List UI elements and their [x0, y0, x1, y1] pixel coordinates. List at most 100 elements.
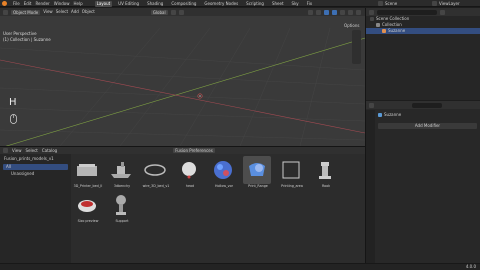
- navigation-gizmo[interactable]: [352, 30, 361, 64]
- collection-icon: [376, 23, 380, 27]
- catalog-unassigned[interactable]: Unassigned: [3, 171, 68, 177]
- asset-grid: 3D_Printer_bed_II 3dbenchy wire_3D_bed_v1 h…: [71, 154, 365, 263]
- asset-name: 3dbenchy: [113, 184, 131, 188]
- asset-thumbnail: [107, 156, 135, 184]
- asset-browser-header: View Select Catalog Fusion Preferences: [0, 147, 365, 154]
- asset-thumbnail: [209, 156, 237, 184]
- tab-shading[interactable]: Shading: [145, 1, 165, 7]
- scene-selector[interactable]: Scene: [378, 1, 397, 6]
- asset-menu-select[interactable]: Select: [26, 148, 38, 153]
- shading-material-icon[interactable]: [347, 9, 353, 15]
- asset-menu-catalog[interactable]: Catalog: [42, 148, 57, 153]
- asset-editor-type-icon[interactable]: [3, 148, 8, 153]
- asset-item[interactable]: Sizo preview: [73, 191, 104, 223]
- tab-compositing[interactable]: Compositing: [169, 1, 198, 7]
- visibility-icon[interactable]: [307, 9, 313, 15]
- asset-thumbnail: [107, 191, 135, 220]
- properties-header: [366, 101, 480, 109]
- filter-icon[interactable]: [440, 9, 445, 15]
- scene-icon: [378, 1, 383, 6]
- outliner-row-selected[interactable]: Suzanne: [366, 28, 480, 34]
- view-layer-selector[interactable]: ViewLayer: [432, 1, 460, 6]
- asset-name: wire_3D_bed_v1: [142, 184, 170, 188]
- asset-item[interactable]: Support: [107, 191, 138, 223]
- top-bar: File Edit Render Window Help Layout UV E…: [0, 0, 480, 7]
- asset-catalog-sidebar: Fusion_prints_models_v1 All Unassigned: [0, 154, 71, 263]
- tab-fix[interactable]: Fix: [305, 1, 315, 7]
- overlay-key: H: [9, 97, 17, 108]
- asset-item[interactable]: wire_3D_bed_v1: [141, 156, 172, 188]
- asset-thumbnail: [311, 156, 339, 184]
- tab-geometry-nodes[interactable]: Geometry Nodes: [202, 1, 240, 7]
- asset-item[interactable]: 3dbenchy: [107, 156, 138, 188]
- asset-thumbnail: [73, 156, 101, 184]
- mode-selector[interactable]: Object Mode: [11, 9, 41, 15]
- asset-thumbnail: [73, 191, 101, 220]
- menu-edit[interactable]: Edit: [24, 1, 32, 6]
- viewport-header: Object Mode View Select Add Object Globa…: [0, 8, 365, 16]
- outliner-type-icon[interactable]: [369, 9, 374, 15]
- overlay-icon[interactable]: [323, 9, 329, 15]
- viewport-menu-view[interactable]: View: [43, 10, 53, 14]
- asset-name: Printing_area: [281, 184, 303, 188]
- tab-sheet[interactable]: Sheet: [270, 1, 286, 7]
- proportional-edit-icon[interactable]: [178, 9, 184, 15]
- mesh-object-icon: [382, 29, 386, 33]
- asset-name: Support: [115, 219, 129, 224]
- xray-icon[interactable]: [331, 9, 337, 15]
- tab-scripting[interactable]: Scripting: [244, 1, 266, 7]
- asset-menu-view[interactable]: View: [12, 148, 22, 153]
- shading-solid-icon[interactable]: [339, 9, 345, 15]
- y-axis-line: [0, 59, 365, 134]
- asset-thumbnail: [175, 156, 203, 184]
- library-selector[interactable]: Fusion Preferences: [173, 148, 215, 153]
- tab-sky[interactable]: Sky: [290, 1, 301, 7]
- menu-window[interactable]: Window: [54, 1, 70, 6]
- outliner: Scene Collection Collection Suzanne: [366, 8, 480, 100]
- version-label: 4.0.0: [465, 264, 476, 269]
- asset-name: Sizo preview: [77, 219, 99, 224]
- properties-type-icon[interactable]: [369, 102, 374, 108]
- tab-layout[interactable]: Layout: [94, 0, 113, 7]
- x-axis-line: [5, 37, 365, 146]
- menu-file[interactable]: File: [13, 1, 20, 6]
- gizmo-icon[interactable]: [315, 9, 321, 15]
- viewport-menu-select[interactable]: Select: [56, 10, 68, 14]
- object-name-field[interactable]: Suzanne: [378, 113, 401, 117]
- library-name: Fusion_prints_models_v1: [4, 156, 54, 161]
- options-dropdown[interactable]: Options: [344, 24, 359, 28]
- viewport-menu-add[interactable]: Add: [71, 10, 79, 14]
- wrench-icon: [378, 113, 382, 117]
- asset-item[interactable]: Rook: [311, 156, 342, 188]
- asset-item[interactable]: Print_Range: [243, 156, 274, 188]
- mouse-icon: [10, 114, 17, 124]
- viewport-grid: [0, 27, 365, 146]
- outliner-header: [366, 8, 480, 16]
- collection-info: (1) Collection | Suzanne: [3, 37, 51, 42]
- asset-item[interactable]: Printing_area: [277, 156, 308, 188]
- tab-uv-editing[interactable]: UV Editing: [116, 1, 141, 7]
- add-modifier-button[interactable]: Add Modifier: [378, 123, 477, 129]
- asset-name: Print_Range: [248, 184, 268, 188]
- asset-item[interactable]: head: [175, 156, 206, 188]
- viewport-menu-object[interactable]: Object: [82, 10, 95, 14]
- outliner-search-input[interactable]: [377, 9, 437, 15]
- properties-tabs: [366, 110, 375, 263]
- editor-type-icon[interactable]: [3, 9, 8, 15]
- asset-item[interactable]: 3D_Printer_bed_II: [73, 156, 104, 188]
- blender-logo-icon[interactable]: [2, 1, 7, 6]
- catalog-all[interactable]: All: [3, 164, 68, 170]
- menu-help[interactable]: Help: [73, 1, 82, 6]
- properties-editor: Suzanne Add Modifier: [366, 101, 480, 263]
- 3d-viewport[interactable]: User Perspective (1) Collection | Suzann…: [0, 8, 365, 146]
- menu-render[interactable]: Render: [35, 1, 49, 6]
- asset-name: 3D_Printer_bed_II: [73, 184, 103, 188]
- asset-item[interactable]: Hollow_vor: [209, 156, 240, 188]
- asset-thumbnail: [141, 156, 169, 184]
- snap-icon[interactable]: [170, 9, 176, 15]
- asset-name: Hollow_vor: [214, 184, 233, 188]
- shading-rendered-icon[interactable]: [355, 9, 361, 15]
- properties-search-input[interactable]: [412, 102, 442, 108]
- view-name: User Perspective: [3, 31, 37, 36]
- transform-orientation[interactable]: Global: [150, 9, 168, 15]
